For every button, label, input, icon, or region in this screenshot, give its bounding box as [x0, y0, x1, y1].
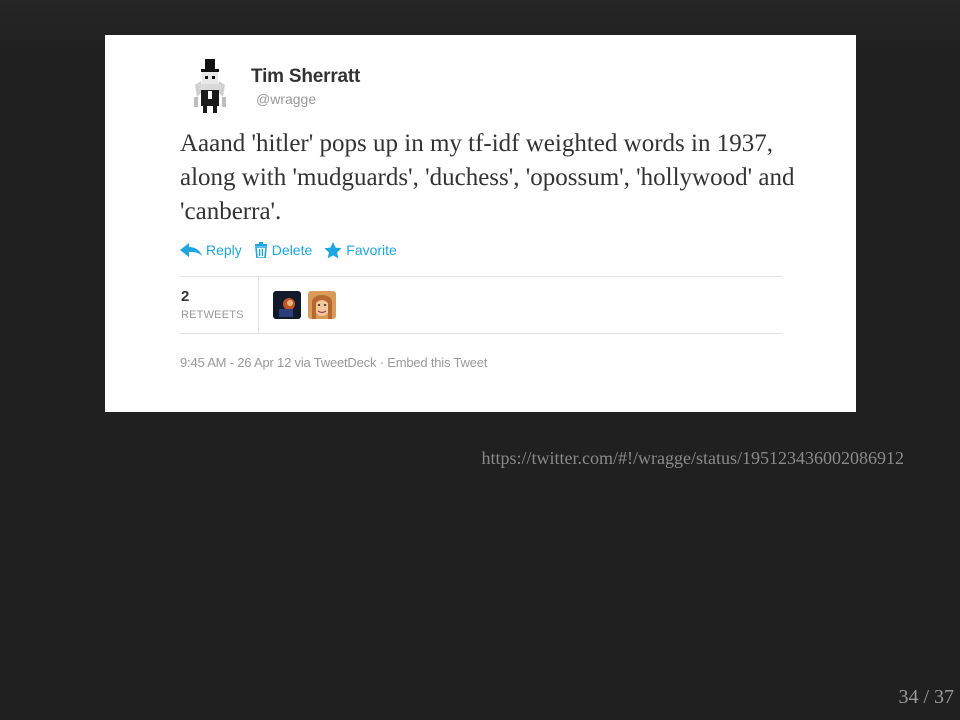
reply-button[interactable]: Reply: [180, 242, 242, 258]
retweeter-avatar[interactable]: [308, 291, 336, 319]
page-counter: 34 / 37: [898, 686, 954, 708]
meta-separator: ·: [379, 355, 384, 370]
favorite-button[interactable]: Favorite: [324, 241, 397, 259]
delete-label: Delete: [271, 242, 313, 258]
delete-button[interactable]: Delete: [254, 242, 312, 258]
trash-icon: [254, 242, 267, 258]
tweet-card: Tim Sherratt @wragge Aaand 'hitler' pops…: [105, 35, 856, 412]
stats-bottom-divider: [180, 333, 782, 334]
embed-tweet-link[interactable]: Embed this Tweet: [387, 355, 487, 370]
retweet-label: RETWEETS: [181, 309, 244, 321]
slide: Tim Sherratt @wragge Aaand 'hitler' pops…: [0, 0, 960, 720]
source-url[interactable]: https://twitter.com/#!/wragge/status/195…: [482, 448, 904, 469]
via-prefix: via: [294, 355, 311, 370]
user-name[interactable]: Tim Sherratt: [251, 66, 360, 88]
avatar-icon: [194, 59, 226, 113]
tweet-timestamp[interactable]: 9:45 AM - 26 Apr 12: [180, 355, 291, 370]
stats-vertical-divider: [258, 277, 259, 333]
favorite-label: Favorite: [346, 242, 397, 258]
stats-top-divider: [180, 276, 782, 277]
tweet-actions: Reply Delete Favorite: [180, 240, 409, 260]
reply-arrow-icon: [180, 243, 202, 257]
reply-label: Reply: [206, 242, 242, 258]
retweeter-avatar-icon: [308, 291, 336, 319]
user-avatar[interactable]: [189, 57, 233, 115]
star-icon: [324, 241, 342, 258]
tweet-meta: 9:45 AM - 26 Apr 12 via TweetDeck · Embe…: [180, 355, 487, 370]
retweeter-avatar-icon: [273, 291, 301, 319]
retweet-count[interactable]: 2: [181, 288, 189, 305]
tweet-text: Aaand 'hitler' pops up in my tf-idf weig…: [180, 130, 795, 225]
tweet-client-link[interactable]: TweetDeck: [314, 355, 377, 370]
user-handle[interactable]: @wragge: [256, 91, 316, 107]
retweeter-avatar[interactable]: [273, 291, 301, 319]
